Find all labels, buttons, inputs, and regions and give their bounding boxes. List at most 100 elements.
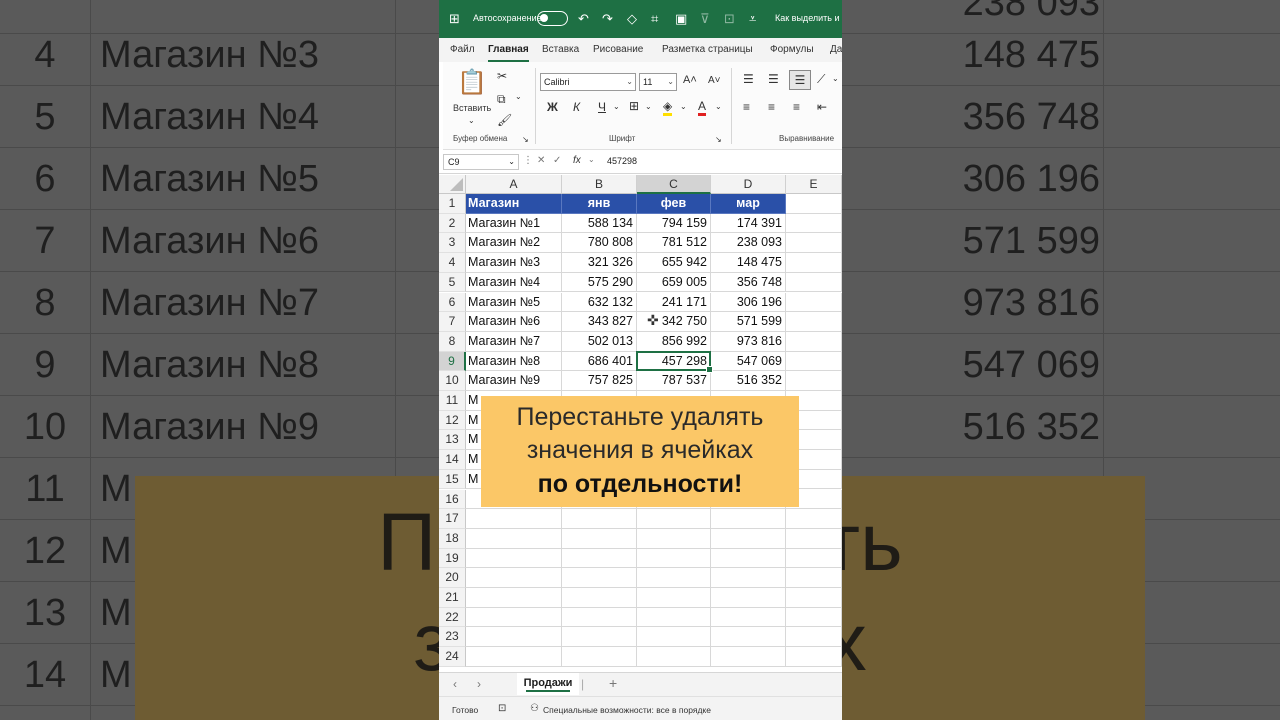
align-right-icon[interactable]: ≡ (793, 100, 800, 114)
table-cell[interactable]: 757 825 (562, 371, 637, 391)
table-cell[interactable]: 516 352 (711, 371, 786, 391)
empty-cell[interactable] (466, 588, 562, 608)
empty-cell[interactable] (786, 331, 842, 352)
table-cell[interactable]: 787 537 (637, 371, 711, 391)
paste-button[interactable]: Вставить (453, 103, 491, 113)
empty-cell[interactable] (466, 607, 562, 628)
empty-cell[interactable] (562, 607, 637, 628)
empty-cell[interactable] (786, 194, 842, 214)
header-cell[interactable]: фев (637, 194, 711, 214)
accessibility-icon[interactable]: ⚇ (530, 703, 539, 714)
empty-cell[interactable] (637, 607, 711, 628)
column-header-b[interactable]: B (562, 175, 637, 194)
table-cell[interactable]: Магазин №9 (466, 371, 562, 391)
redo-icon[interactable]: ↷ (602, 11, 613, 27)
empty-cell[interactable] (786, 312, 842, 332)
underline-dropdown-icon[interactable]: ⌄ (613, 102, 620, 111)
table-cell[interactable]: 632 132 (562, 292, 637, 313)
indent-icon[interactable]: ⇤ (817, 100, 827, 114)
underline-button[interactable]: Ч (598, 100, 606, 114)
borders-icon[interactable]: ⊞ (629, 99, 639, 113)
empty-cell[interactable] (466, 509, 562, 529)
row-header-14[interactable]: 14 (439, 450, 466, 470)
add-sheet-icon[interactable]: + (609, 675, 617, 691)
empty-cell[interactable] (786, 292, 842, 313)
table-cell[interactable]: Магазин №3 (466, 253, 562, 273)
empty-cell[interactable] (786, 213, 842, 234)
column-header-e[interactable]: E (786, 175, 842, 194)
empty-cell[interactable] (711, 509, 786, 529)
table-cell[interactable]: 856 992 (637, 331, 711, 352)
empty-cell[interactable] (562, 568, 637, 588)
empty-cell[interactable] (562, 647, 637, 667)
table-cell[interactable]: 502 013 (562, 331, 637, 352)
table-cell[interactable]: 575 290 (562, 272, 637, 293)
paste-dropdown-icon[interactable]: ⌄ (468, 116, 475, 125)
align-middle-icon[interactable]: ☰ (768, 72, 779, 86)
empty-cell[interactable] (711, 627, 786, 648)
table-cell[interactable]: 174 391 (711, 213, 786, 234)
row-header-3[interactable]: 3 (439, 233, 466, 254)
table-cell[interactable]: Магазин №6 (466, 312, 562, 332)
font-size-combo[interactable]: 11 ⌄ (639, 73, 677, 91)
table-cell[interactable]: Магазин №8 (466, 351, 562, 372)
empty-cell[interactable] (786, 528, 842, 549)
row-header-7[interactable]: 7 (439, 312, 466, 332)
table-cell[interactable]: 571 599 (711, 312, 786, 332)
next-sheet-icon[interactable]: › (477, 677, 481, 691)
row-header-1[interactable]: 1 (439, 194, 466, 214)
font-color-dropdown-icon[interactable]: ⌄ (715, 102, 722, 111)
empty-cell[interactable] (786, 647, 842, 667)
align-top-icon[interactable]: ☰ (743, 72, 754, 86)
row-header-9[interactable]: 9 (439, 351, 466, 372)
formula-input[interactable]: 457298 (607, 156, 637, 166)
empty-cell[interactable] (562, 588, 637, 608)
table-cell[interactable]: 794 159 (637, 213, 711, 234)
autosave-toggle[interactable] (537, 11, 568, 26)
row-header-13[interactable]: 13 (439, 430, 466, 451)
row-header-4[interactable]: 4 (439, 253, 466, 273)
table-cell[interactable]: 781 512 (637, 233, 711, 254)
row-header-6[interactable]: 6 (439, 292, 466, 313)
row-header-15[interactable]: 15 (439, 469, 466, 490)
empty-cell[interactable] (711, 607, 786, 628)
table-cell[interactable]: 655 942 (637, 253, 711, 273)
header-cell[interactable]: мар (711, 194, 786, 214)
table-cell[interactable]: 457 298 (637, 351, 711, 372)
tab-1[interactable]: Главная (488, 44, 529, 62)
column-header-a[interactable]: A (466, 175, 562, 194)
header-cell[interactable]: янв (562, 194, 637, 214)
empty-cell[interactable] (466, 647, 562, 667)
align-center-icon[interactable]: ≡ (768, 100, 775, 114)
row-header-24[interactable]: 24 (439, 647, 466, 667)
empty-cell[interactable] (466, 568, 562, 588)
tab-2[interactable]: Вставка (542, 44, 579, 55)
empty-cell[interactable] (637, 548, 711, 569)
empty-cell[interactable] (637, 627, 711, 648)
row-header-23[interactable]: 23 (439, 627, 466, 648)
row-header-8[interactable]: 8 (439, 331, 466, 352)
table-cell[interactable]: 659 005 (637, 272, 711, 293)
empty-cell[interactable] (466, 548, 562, 569)
font-name-combo[interactable]: Calibri ⌄ (540, 73, 636, 91)
column-header-c[interactable]: C (637, 175, 711, 194)
empty-cell[interactable] (786, 548, 842, 569)
column-header-d[interactable]: D (711, 175, 786, 194)
eraser-icon[interactable]: ◇ (627, 11, 637, 27)
select-all-corner[interactable] (439, 175, 466, 194)
empty-cell[interactable] (562, 509, 637, 529)
table-cell[interactable]: 241 171 (637, 292, 711, 313)
cut-icon[interactable]: ✂ (497, 69, 507, 83)
orientation-dropdown-icon[interactable]: ⌄ (832, 74, 839, 83)
empty-cell[interactable] (711, 588, 786, 608)
row-header-10[interactable]: 10 (439, 371, 466, 391)
row-header-22[interactable]: 22 (439, 607, 466, 628)
copy-icon[interactable]: ⧉ (497, 92, 506, 107)
tab-4[interactable]: Разметка страницы (662, 44, 753, 55)
table-cell[interactable]: 547 069 (711, 351, 786, 372)
table-cell[interactable]: Магазин №2 (466, 233, 562, 254)
empty-cell[interactable] (786, 568, 842, 588)
align-left-icon[interactable]: ≡ (743, 100, 750, 114)
fill-dropdown-icon[interactable]: ⌄ (680, 102, 687, 111)
save-icon[interactable]: ▣ (675, 11, 687, 27)
